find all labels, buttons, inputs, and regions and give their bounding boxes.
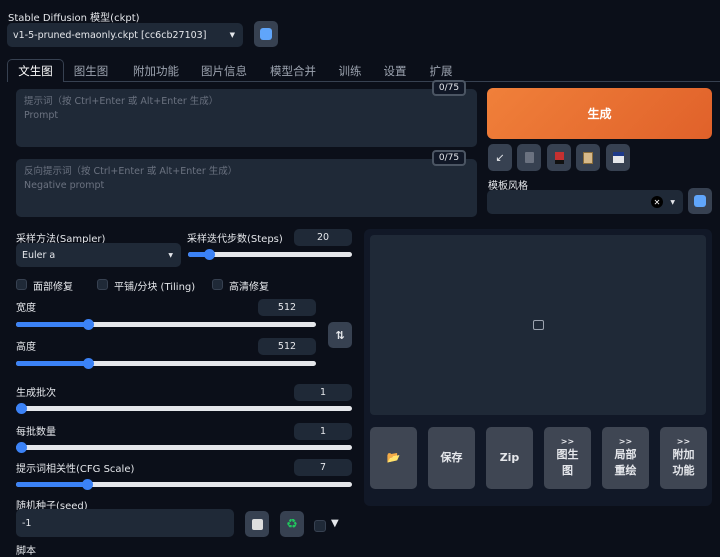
height-label: 高度 <box>16 342 36 353</box>
height-number[interactable]: 512 <box>258 338 316 355</box>
send-label: 附加功能 <box>672 448 695 477</box>
send-arrow: >> <box>560 437 575 446</box>
seed-input[interactable]: -1 <box>16 509 234 537</box>
model-select[interactable]: v1-5-pruned-emaonly.ckpt [cc6cb27103] ▼ <box>7 23 243 47</box>
cfg-slider[interactable] <box>16 479 352 490</box>
show-extra-networks-button[interactable] <box>547 144 571 171</box>
extra-seed-toggle[interactable]: ▼ <box>331 518 339 529</box>
prompt-token-counter: 0/75 <box>432 80 466 96</box>
refresh-model-button[interactable] <box>254 21 278 47</box>
chevron-down-icon: ▼ <box>229 31 235 39</box>
zip-label: Zip <box>499 451 520 464</box>
chevron-down-icon: ▼ <box>168 251 173 259</box>
read-params-button[interactable]: ↙ <box>488 144 512 171</box>
sampler-value: Euler a <box>22 249 56 261</box>
slider-thumb[interactable] <box>81 479 93 490</box>
refresh-styles-button[interactable] <box>688 188 712 214</box>
tab-train[interactable]: 训练 <box>332 59 368 82</box>
reuse-seed-button[interactable]: ♻ <box>280 511 304 537</box>
tab-txt2img[interactable]: 文生图 <box>7 59 64 82</box>
floppy-disk-icon <box>612 152 624 163</box>
batch-size-label: 每批数量 <box>16 427 56 438</box>
tab-png-info[interactable]: 图片信息 <box>193 59 255 82</box>
arrow-down-left-icon: ↙ <box>495 151 505 164</box>
tiling-checkbox[interactable] <box>97 279 108 290</box>
slider-thumb[interactable] <box>83 319 94 330</box>
clipboard-icon <box>583 151 593 164</box>
save-style-button[interactable] <box>606 144 630 171</box>
send-label: 图生图 <box>556 448 579 477</box>
batch-size-slider[interactable] <box>16 442 352 453</box>
tiling-label: 平铺/分块 (Tiling) <box>114 282 196 293</box>
negative-prompt-placeholder: 反向提示词（按 Ctrl+Enter 或 Alt+Enter 生成） <box>24 166 238 177</box>
width-number[interactable]: 512 <box>258 299 316 316</box>
tab-img2img[interactable]: 图生图 <box>66 59 116 82</box>
negative-prompt-placeholder-en: Negative prompt <box>24 180 105 191</box>
negative-prompt-input[interactable]: 反向提示词（按 Ctrl+Enter 或 Alt+Enter 生成） Negat… <box>16 159 477 217</box>
clear-icon[interactable]: ✕ <box>651 196 663 208</box>
save-label: 保存 <box>440 451 463 464</box>
send-to-img2img-button[interactable]: >> 图生图 <box>544 427 591 489</box>
save-button[interactable]: 保存 <box>428 427 475 489</box>
steps-number[interactable]: 20 <box>294 229 352 246</box>
red-card-icon <box>554 151 564 164</box>
cfg-label: 提示词相关性(CFG Scale) <box>16 464 135 475</box>
send-to-extras-button[interactable]: >> 附加功能 <box>660 427 707 489</box>
model-value: v1-5-pruned-emaonly.ckpt [cc6cb27103] <box>13 29 207 41</box>
open-folder-button[interactable]: 📂 <box>370 427 417 489</box>
clear-prompt-button[interactable] <box>517 144 541 171</box>
chevron-down-icon: ▼ <box>670 198 675 206</box>
slider-thumb[interactable] <box>16 403 27 414</box>
tab-checkpoint-merger[interactable]: 模型合并 <box>262 59 324 82</box>
swap-arrows-icon: ⇅ <box>335 328 345 342</box>
output-image-area <box>370 235 706 415</box>
hires-fix-checkbox[interactable] <box>212 279 223 290</box>
cfg-number[interactable]: 7 <box>294 459 352 476</box>
zip-button[interactable]: Zip <box>486 427 533 489</box>
swap-dimensions-button[interactable]: ⇅ <box>328 322 352 348</box>
apply-style-button[interactable] <box>576 144 600 171</box>
style-select[interactable]: ✕ ▼ <box>487 190 683 214</box>
tab-settings[interactable]: 设置 <box>377 59 413 82</box>
model-label: Stable Diffusion 模型(ckpt) <box>8 13 140 24</box>
batch-count-label: 生成批次 <box>16 388 56 399</box>
face-restore-checkbox[interactable] <box>16 279 27 290</box>
send-arrow: >> <box>676 437 691 446</box>
prompt-placeholder: 提示词（按 Ctrl+Enter 或 Alt+Enter 生成） <box>24 96 219 107</box>
height-slider[interactable] <box>16 358 316 369</box>
width-slider[interactable] <box>16 319 316 330</box>
steps-label: 采样迭代步数(Steps) <box>187 234 283 245</box>
refresh-icon <box>694 195 706 207</box>
batch-count-slider[interactable] <box>16 403 352 414</box>
tab-extras[interactable]: 附加功能 <box>124 59 188 82</box>
prompt-placeholder-en: Prompt <box>24 110 59 121</box>
batch-count-number[interactable]: 1 <box>294 384 352 401</box>
batch-size-number[interactable]: 1 <box>294 423 352 440</box>
recycle-icon: ♻ <box>286 516 298 532</box>
slider-thumb[interactable] <box>204 249 216 260</box>
tab-extensions[interactable]: 扩展 <box>423 59 459 82</box>
refresh-icon <box>260 28 272 40</box>
slider-thumb[interactable] <box>83 358 94 369</box>
hires-fix-label: 高清修复 <box>229 282 269 293</box>
send-label: 局部重绘 <box>614 448 637 477</box>
extra-seed-checkbox[interactable] <box>314 520 326 532</box>
generate-button[interactable]: 生成 <box>487 88 712 139</box>
dice-icon <box>251 518 263 530</box>
width-label: 宽度 <box>16 303 36 314</box>
steps-slider[interactable] <box>188 249 352 260</box>
trash-icon <box>524 152 534 163</box>
folder-icon: 📂 <box>386 451 401 464</box>
face-restore-label: 面部修复 <box>33 282 73 293</box>
script-label: 脚本 <box>16 546 36 557</box>
negative-token-counter: 0/75 <box>432 150 466 166</box>
send-to-inpaint-button[interactable]: >> 局部重绘 <box>602 427 649 489</box>
send-arrow: >> <box>618 437 633 446</box>
sampler-select[interactable]: Euler a ▼ <box>16 243 181 267</box>
image-placeholder-icon <box>532 320 544 330</box>
prompt-input[interactable]: 提示词（按 Ctrl+Enter 或 Alt+Enter 生成） Prompt <box>16 89 477 147</box>
random-seed-button[interactable] <box>245 511 269 537</box>
slider-thumb[interactable] <box>16 442 27 453</box>
